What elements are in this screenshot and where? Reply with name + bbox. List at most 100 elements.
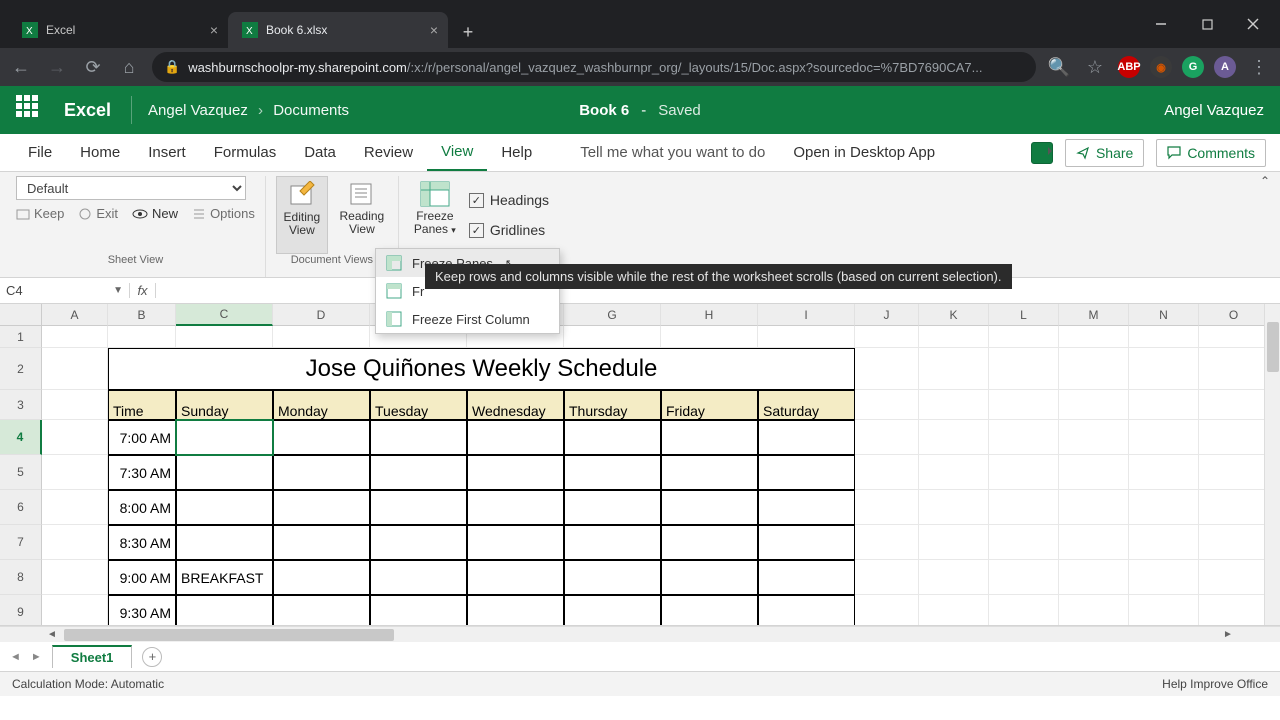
reading-view-button[interactable]: Reading View — [336, 176, 388, 254]
cell[interactable] — [1199, 326, 1269, 348]
ribbon-tab-view[interactable]: View — [427, 134, 487, 171]
cell[interactable] — [919, 326, 989, 348]
cell[interactable] — [1199, 595, 1269, 625]
cell[interactable] — [467, 525, 564, 560]
schedule-header-cell[interactable]: Saturday — [758, 390, 855, 420]
extension-icon[interactable]: ◉ — [1150, 56, 1172, 78]
cell[interactable] — [989, 455, 1059, 490]
cell[interactable] — [42, 525, 108, 560]
profile-avatar-icon[interactable]: A — [1214, 56, 1236, 78]
comments-button[interactable]: Comments — [1156, 139, 1266, 167]
cell[interactable] — [42, 348, 108, 390]
presence-dropdown[interactable] — [1031, 142, 1053, 164]
breadcrumb-user[interactable]: Angel Vazquez — [148, 102, 248, 119]
schedule-header-cell[interactable]: Monday — [273, 390, 370, 420]
cell[interactable] — [758, 490, 855, 525]
maximize-button[interactable] — [1184, 8, 1230, 40]
close-icon[interactable]: × — [210, 22, 218, 38]
cell[interactable] — [661, 525, 758, 560]
cell[interactable] — [1199, 525, 1269, 560]
cell[interactable] — [855, 348, 919, 390]
cell[interactable] — [661, 455, 758, 490]
cell[interactable] — [1129, 455, 1199, 490]
cell[interactable] — [661, 595, 758, 625]
cell[interactable] — [467, 490, 564, 525]
cell[interactable] — [919, 490, 989, 525]
url-bar[interactable]: 🔒 washburnschoolpr-my.sharepoint.com/:x:… — [152, 52, 1036, 82]
cell[interactable] — [1059, 525, 1129, 560]
new-view-button[interactable]: New — [132, 206, 178, 221]
reload-button[interactable]: ⟳ — [80, 57, 106, 78]
column-header[interactable]: G — [564, 304, 661, 326]
sheetview-select[interactable]: Default — [16, 176, 246, 200]
cell[interactable] — [1129, 390, 1199, 420]
column-header[interactable]: C — [176, 304, 273, 326]
collapse-ribbon-icon[interactable]: ⌃ — [1260, 174, 1270, 188]
ribbon-tab-data[interactable]: Data — [290, 134, 350, 171]
cell[interactable]: 9:00 AM — [108, 560, 176, 595]
sheet-nav-next-icon[interactable]: ► — [31, 651, 42, 663]
name-box[interactable]: C4 ▼ — [0, 283, 130, 298]
cell[interactable] — [1059, 595, 1129, 625]
cell[interactable] — [1129, 560, 1199, 595]
cell[interactable] — [370, 490, 467, 525]
extension-icon[interactable]: G — [1182, 56, 1204, 78]
editing-view-button[interactable]: Editing View — [276, 176, 328, 254]
select-all-corner[interactable] — [0, 304, 42, 326]
cell[interactable] — [1199, 560, 1269, 595]
row-header[interactable]: 6 — [0, 490, 42, 525]
cell[interactable] — [661, 560, 758, 595]
schedule-header-cell[interactable]: Friday — [661, 390, 758, 420]
cell[interactable] — [1059, 420, 1129, 455]
cell[interactable] — [370, 420, 467, 455]
cell[interactable] — [1129, 348, 1199, 390]
cell[interactable] — [176, 455, 273, 490]
cell[interactable] — [42, 420, 108, 455]
home-button[interactable]: ⌂ — [116, 57, 142, 78]
cell[interactable] — [564, 560, 661, 595]
cell[interactable] — [989, 560, 1059, 595]
cell[interactable] — [42, 390, 108, 420]
cell[interactable] — [176, 595, 273, 625]
schedule-title-cell[interactable]: Jose Quiñones Weekly Schedule — [108, 348, 855, 390]
cell[interactable] — [1059, 560, 1129, 595]
cell[interactable]: 7:00 AM — [108, 420, 176, 455]
cell[interactable] — [176, 490, 273, 525]
ribbon-tab-help[interactable]: Help — [487, 134, 546, 171]
cell[interactable] — [273, 560, 370, 595]
keep-button[interactable]: Keep — [16, 206, 64, 221]
cell[interactable] — [273, 490, 370, 525]
cell[interactable] — [1199, 490, 1269, 525]
freeze-panes-button[interactable]: Freeze Panes ▾ — [409, 176, 461, 254]
cell[interactable] — [176, 525, 273, 560]
cell[interactable] — [1129, 595, 1199, 625]
horizontal-scrollbar[interactable]: ◄ ► — [0, 626, 1280, 642]
cell[interactable] — [661, 490, 758, 525]
column-header[interactable]: N — [1129, 304, 1199, 326]
cell[interactable] — [42, 326, 108, 348]
cell[interactable] — [919, 525, 989, 560]
schedule-header-cell[interactable]: Wednesday — [467, 390, 564, 420]
ribbon-tab-home[interactable]: Home — [66, 134, 134, 171]
column-header[interactable]: J — [855, 304, 919, 326]
forward-button[interactable]: → — [44, 57, 70, 78]
menu-icon[interactable]: ⋮ — [1246, 57, 1272, 78]
cell[interactable] — [855, 490, 919, 525]
cell[interactable]: 8:00 AM — [108, 490, 176, 525]
cell[interactable] — [42, 560, 108, 595]
zoom-icon[interactable]: 🔍 — [1046, 57, 1072, 78]
cell[interactable] — [564, 326, 661, 348]
cell[interactable] — [273, 525, 370, 560]
cell[interactable] — [1199, 390, 1269, 420]
cell[interactable] — [758, 420, 855, 455]
cell[interactable] — [467, 595, 564, 625]
cell[interactable] — [42, 595, 108, 625]
column-header[interactable]: D — [273, 304, 370, 326]
cell[interactable] — [564, 595, 661, 625]
options-button[interactable]: Options — [192, 206, 255, 221]
cell[interactable]: BREAKFAST — [176, 560, 273, 595]
cell[interactable] — [370, 455, 467, 490]
ribbon-tab-formulas[interactable]: Formulas — [200, 134, 291, 171]
cell[interactable] — [989, 490, 1059, 525]
cell[interactable] — [1059, 490, 1129, 525]
